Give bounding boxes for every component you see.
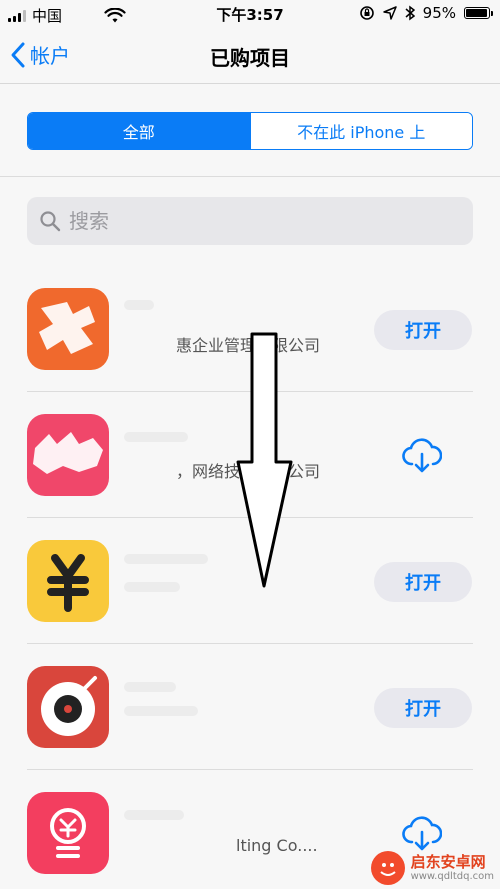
battery-icon	[464, 7, 493, 19]
watermark-logo-icon	[370, 851, 405, 885]
cloud-download-icon[interactable]	[402, 816, 442, 852]
search-icon	[40, 211, 61, 232]
tab-not-on-device[interactable]: 不在此 iPhone 上	[249, 113, 472, 149]
orientation-lock-icon	[359, 6, 374, 20]
location-icon	[382, 6, 397, 20]
divider	[0, 176, 500, 177]
app-name-placeholder	[124, 810, 184, 820]
list-item[interactable]: 打开	[0, 644, 500, 770]
watermark-text: 启东安卓网 www.qdltdq.com	[411, 854, 494, 882]
segmented-control: 全部 不在此 iPhone 上	[27, 112, 473, 150]
app-icon	[27, 288, 109, 370]
battery-percent: 95%	[422, 4, 456, 22]
app-developer: lting Co....	[236, 836, 318, 855]
app-name-placeholder	[124, 682, 176, 692]
watermark: 启东安卓网 www.qdltdq.com	[370, 851, 494, 885]
watermark-name: 启东安卓网	[410, 853, 486, 872]
app-developer-placeholder	[124, 582, 180, 592]
app-icon	[27, 414, 109, 496]
open-button[interactable]: 打开	[374, 688, 472, 728]
app-developer-placeholder	[124, 706, 198, 716]
navigation-bar: 帐户 已购项目	[0, 30, 500, 84]
open-button[interactable]: 打开	[374, 310, 472, 350]
open-button[interactable]: 打开	[374, 562, 472, 602]
cloud-download-icon[interactable]	[402, 438, 442, 474]
status-bar: 中国 下午3:57 95%	[0, 0, 500, 30]
watermark-url: www.qdltdq.com	[410, 870, 494, 882]
page-title: 已购项目	[210, 46, 290, 70]
bluetooth-icon	[405, 5, 415, 21]
app-icon	[27, 540, 109, 622]
app-name-placeholder	[124, 432, 188, 442]
down-arrow-annotation-icon	[236, 332, 293, 588]
app-name-placeholder	[124, 554, 208, 564]
app-icon	[27, 792, 109, 874]
search-bar[interactable]	[27, 197, 473, 245]
search-input[interactable]	[69, 209, 449, 233]
app-icon	[27, 666, 109, 748]
app-name-placeholder	[124, 300, 154, 310]
tab-all[interactable]: 全部	[28, 113, 250, 149]
status-right: 95%	[359, 4, 493, 22]
